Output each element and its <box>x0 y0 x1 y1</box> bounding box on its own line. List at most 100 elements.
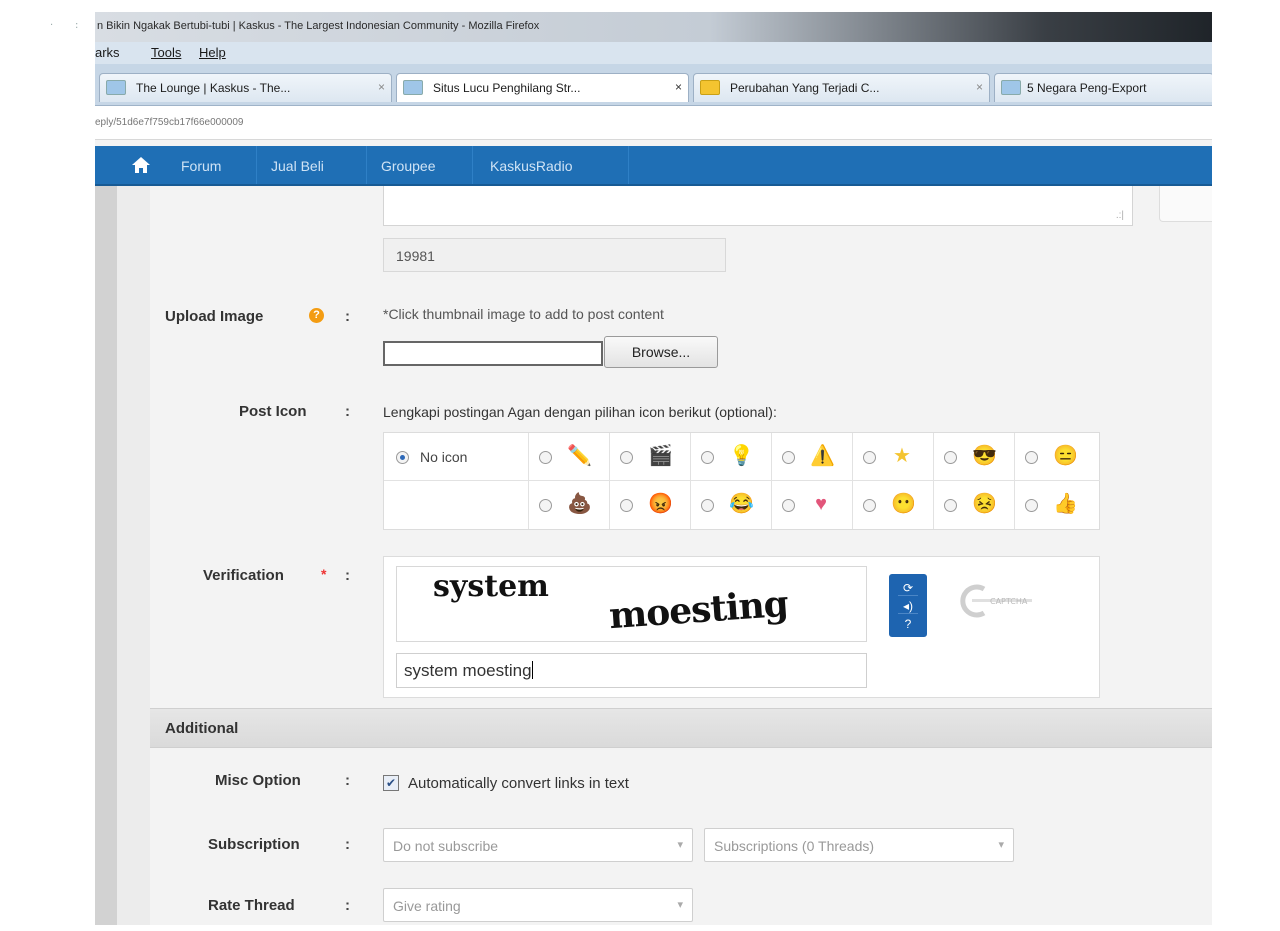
chevron-down-icon: ▾ <box>677 839 683 851</box>
icon-option[interactable]: 😡 <box>610 481 691 529</box>
radio[interactable] <box>782 499 795 512</box>
verification-label: Verification <box>203 567 284 584</box>
radio[interactable] <box>620 499 633 512</box>
chevron-down-icon: ▾ <box>677 899 683 911</box>
address-bar[interactable]: eply/51d6e7f759cb17f66e000009 <box>95 106 1212 140</box>
subscription-label: Subscription <box>208 836 300 853</box>
kaskus-favicon-icon <box>1001 80 1021 95</box>
cool-face-icon: 😎 <box>972 445 997 467</box>
subscriptions-folder-select[interactable]: Subscriptions (0 Threads) ▾ <box>704 828 1014 862</box>
icon-option[interactable]: 👍 <box>1015 481 1100 529</box>
colon: : <box>345 772 350 789</box>
colon: : <box>345 308 350 325</box>
colon: : <box>345 897 350 914</box>
radio[interactable] <box>944 499 957 512</box>
home-icon[interactable] <box>131 156 151 174</box>
icon-option[interactable]: 💡 <box>691 433 772 481</box>
side-panel <box>1159 186 1212 222</box>
captcha-input-value: system moesting <box>404 661 532 680</box>
icon-option[interactable]: ★ <box>853 433 934 481</box>
wink-face-icon: 😑 <box>1053 445 1078 467</box>
recaptcha-logo-icon: CAPTCHA <box>960 584 1032 618</box>
star-icon: ★ <box>893 445 911 467</box>
radio[interactable] <box>944 451 957 464</box>
icon-option[interactable]: 😣 <box>934 481 1015 529</box>
nav-kaskusradio[interactable]: KaskusRadio <box>473 146 629 184</box>
radio[interactable] <box>863 451 876 464</box>
captcha-input[interactable]: system moesting <box>396 653 867 688</box>
icon-option[interactable]: 😑 <box>1015 433 1100 481</box>
radio[interactable] <box>863 499 876 512</box>
yellow-favicon-icon <box>700 80 720 95</box>
misc-option-label: Misc Option <box>215 772 301 789</box>
required-mark: * <box>321 566 327 582</box>
nav-forum[interactable]: Forum <box>167 146 257 184</box>
icon-option[interactable]: ✏️ <box>529 433 610 481</box>
left-gutter-inner <box>117 186 150 925</box>
captcha-image: system moesting <box>396 566 867 642</box>
icon-option[interactable]: 🎬 <box>610 433 691 481</box>
captcha-brand: CAPTCHA <box>990 597 1028 606</box>
help-icon[interactable]: ? <box>898 616 918 632</box>
menu-bookmarks[interactable]: arks <box>95 45 120 60</box>
text-caret <box>531 661 533 679</box>
icon-option[interactable]: ⚠️ <box>772 433 853 481</box>
close-icon[interactable]: × <box>976 80 983 94</box>
tab-label: The Lounge | Kaskus - The... <box>136 81 291 95</box>
rate-thread-label: Rate Thread <box>208 897 295 914</box>
close-icon[interactable]: × <box>675 80 682 94</box>
captcha-box: system moesting ⟳ ◂) ? CAPTCHA system mo… <box>383 556 1100 698</box>
post-icon-description: Lengkapi postingan Agan dengan pilihan i… <box>383 404 777 420</box>
menu-bar: arks Tools Help <box>95 42 1212 64</box>
icon-option[interactable]: 😎 <box>934 433 1015 481</box>
file-path-input[interactable] <box>383 341 603 366</box>
rating-select[interactable]: Give rating ▾ <box>383 888 693 922</box>
radio[interactable] <box>539 451 552 464</box>
icon-option[interactable]: 😶 <box>853 481 934 529</box>
no-icon-option[interactable]: No icon <box>384 433 529 481</box>
nav-jual-beli[interactable]: Jual Beli <box>257 146 367 184</box>
icon-option[interactable]: ♥ <box>772 481 853 529</box>
kaskus-favicon-icon <box>403 80 423 95</box>
laugh-face-icon: 😂 <box>729 493 754 515</box>
refresh-icon[interactable]: ⟳ <box>898 580 918 596</box>
message-textarea[interactable]: .:| <box>383 186 1133 226</box>
tab-label: 5 Negara Peng-Export <box>1027 81 1147 95</box>
auto-convert-links-checkbox[interactable]: ✔ <box>383 775 399 791</box>
tab-situs-lucu[interactable]: Situs Lucu Penghilang Str... × <box>396 73 689 102</box>
close-icon[interactable]: × <box>378 80 385 94</box>
post-icon-label: Post Icon <box>239 403 307 420</box>
subscribe-select[interactable]: Do not subscribe ▾ <box>383 828 693 862</box>
angry-face-icon: 😡 <box>648 493 673 515</box>
icon-option[interactable]: 💩 <box>529 481 610 529</box>
post-icon-grid: No icon ✏️ 🎬 💡 ⚠️ ★ 😎 😑 💩 😡 😂 ♥ 😶 😣 👍 <box>383 432 1100 530</box>
audio-icon[interactable]: ◂) <box>898 598 918 614</box>
left-gutter <box>95 186 117 925</box>
nav-groupee[interactable]: Groupee <box>367 146 473 184</box>
radio[interactable] <box>782 451 795 464</box>
url-text: eply/51d6e7f759cb17f66e000009 <box>95 117 244 128</box>
resize-grip-icon[interactable]: .:| <box>1116 210 1124 221</box>
radio[interactable] <box>539 499 552 512</box>
tab-perubahan[interactable]: Perubahan Yang Terjadi C... × <box>693 73 990 102</box>
browser-window: n Bikin Ngakak Bertubi-tubi | Kaskus - T… <box>95 12 1212 925</box>
radio[interactable] <box>620 451 633 464</box>
tab-strip: The Lounge | Kaskus - The... × Situs Luc… <box>95 64 1212 106</box>
lightbulb-icon: 💡 <box>729 445 754 467</box>
radio-no-icon[interactable] <box>396 451 409 464</box>
menu-help[interactable]: Help <box>199 45 226 60</box>
clapperboard-icon: 🎬 <box>648 445 673 467</box>
radio[interactable] <box>1025 499 1038 512</box>
menu-tools[interactable]: Tools <box>151 45 181 60</box>
tab-the-lounge[interactable]: The Lounge | Kaskus - The... × <box>99 73 392 102</box>
browse-button[interactable]: Browse... <box>604 336 718 368</box>
icon-option[interactable]: 😂 <box>691 481 772 529</box>
poop-icon: 💩 <box>567 493 592 515</box>
info-icon[interactable]: ? <box>309 308 324 323</box>
radio[interactable] <box>701 451 714 464</box>
radio[interactable] <box>1025 451 1038 464</box>
additional-section-header: Additional <box>150 708 1212 748</box>
tab-label: Situs Lucu Penghilang Str... <box>433 81 581 95</box>
radio[interactable] <box>701 499 714 512</box>
tab-negara[interactable]: 5 Negara Peng-Export <box>994 73 1212 102</box>
